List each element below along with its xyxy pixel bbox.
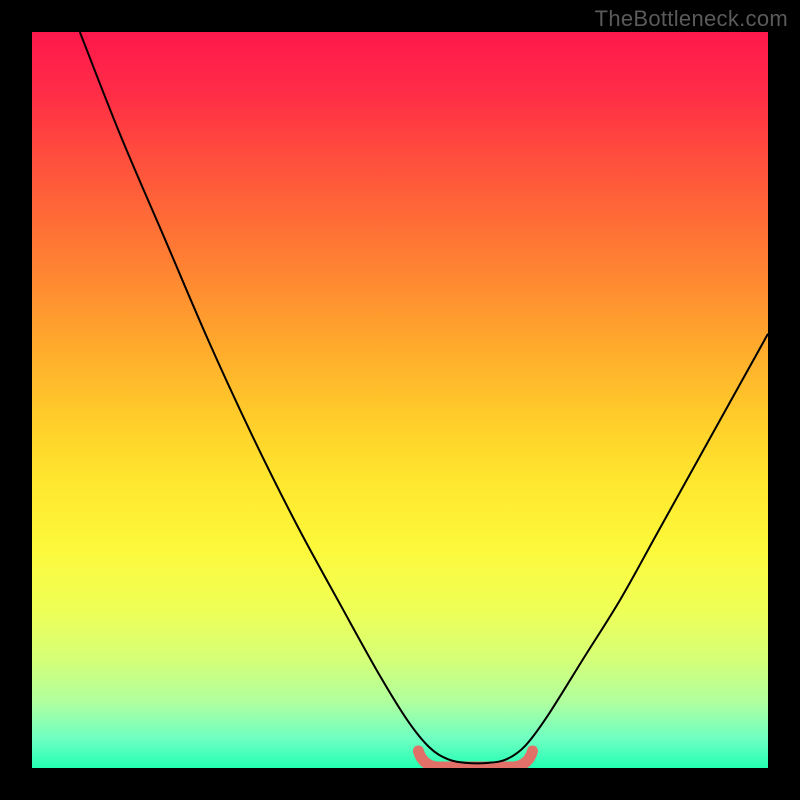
watermark-text: TheBottleneck.com — [595, 6, 788, 32]
bottleneck-curve — [80, 32, 768, 763]
chart-svg — [32, 32, 768, 768]
plot-area — [32, 32, 768, 768]
